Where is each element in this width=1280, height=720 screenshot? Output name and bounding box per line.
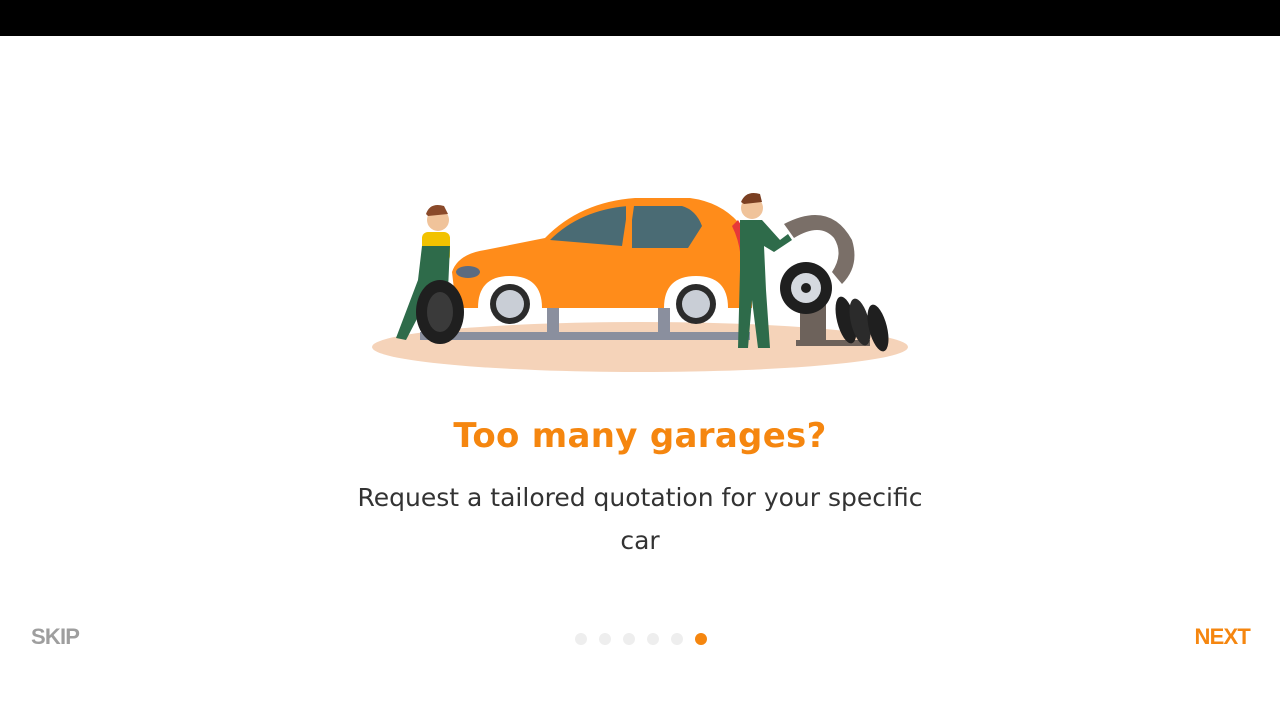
next-button[interactable]: NEXT <box>1195 624 1251 650</box>
page-dot-4[interactable] <box>647 633 659 645</box>
mechanics-car-repair-illustration <box>360 180 920 380</box>
page-dot-1[interactable] <box>575 633 587 645</box>
page-dot-6-active[interactable] <box>695 633 707 645</box>
page-dot-2[interactable] <box>599 633 611 645</box>
onboarding-title: Too many garages? <box>453 416 827 456</box>
status-bar <box>0 0 1280 36</box>
page-dot-5[interactable] <box>671 633 683 645</box>
onboarding-description: Request a tailored quotation for your sp… <box>357 483 923 555</box>
page-dot-3[interactable] <box>623 633 635 645</box>
skip-button[interactable]: SKIP <box>31 624 80 650</box>
page-indicator <box>575 633 707 645</box>
